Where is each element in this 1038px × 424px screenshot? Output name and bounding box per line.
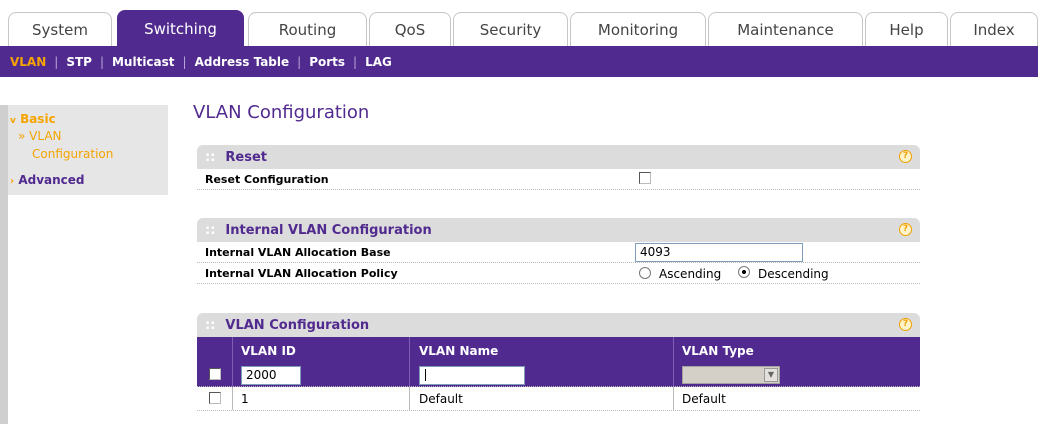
allocation-policy-row: Internal VLAN Allocation Policy Ascendin…: [197, 263, 920, 284]
chevron-down-icon: v: [10, 116, 16, 126]
subnav-separator: |: [353, 54, 358, 69]
allocation-base-input[interactable]: 4093: [635, 243, 803, 262]
tab-maintenance[interactable]: Maintenance: [708, 12, 863, 46]
vlan-type-cell: Default: [682, 392, 726, 406]
tab-system[interactable]: System: [8, 12, 112, 46]
new-vlan-id-input[interactable]: 2000: [241, 366, 301, 385]
grip-icon: ::: [205, 317, 216, 333]
subnav-separator: |: [182, 54, 187, 69]
subnav-separator: |: [99, 54, 104, 69]
tab-help[interactable]: Help: [865, 12, 948, 46]
ascending-radio[interactable]: [639, 267, 651, 279]
internal-vlan-panel: :: Internal VLAN Configuration ? Interna…: [197, 218, 920, 284]
nav-advanced[interactable]: › Advanced: [10, 173, 85, 187]
page-title: VLAN Configuration: [193, 102, 370, 123]
vlan-config-panel-header: :: VLAN Configuration ?: [197, 313, 920, 337]
tab-qos[interactable]: QoS: [369, 12, 451, 46]
column-divider: [409, 363, 410, 386]
column-vlan-id[interactable]: VLAN ID: [241, 344, 296, 358]
allocation-base-label: Internal VLAN Allocation Base: [205, 246, 391, 259]
ascending-label: Ascending: [659, 267, 722, 281]
reset-row: Reset Configuration: [197, 169, 920, 190]
descending-label: Descending: [758, 267, 829, 281]
nav-basic-label: Basic: [20, 112, 56, 126]
column-divider: [673, 337, 674, 363]
subnav-lag[interactable]: LAG: [365, 55, 392, 69]
nav-vlan-label-2: Configuration: [32, 147, 114, 161]
descending-radio[interactable]: [738, 266, 750, 278]
subnav-address-table[interactable]: Address Table: [195, 55, 290, 69]
nav-vlan-label: » VLAN: [18, 129, 62, 143]
vlan-name-cell: Default: [419, 392, 463, 406]
vlan-new-row: 2000 ▼: [197, 363, 920, 387]
chevron-down-icon: ▼: [764, 368, 778, 382]
reset-panel-header: :: Reset ?: [197, 145, 920, 169]
subnav-stp[interactable]: STP: [66, 55, 92, 69]
column-divider: [673, 387, 674, 410]
column-divider: [232, 337, 233, 363]
reset-configuration-label: Reset Configuration: [205, 173, 329, 186]
allocation-base-row: Internal VLAN Allocation Base 4093: [197, 242, 920, 263]
vlan-table-header: VLAN ID VLAN Name VLAN Type: [197, 337, 920, 363]
grip-icon: ::: [205, 222, 216, 238]
help-icon[interactable]: ?: [899, 150, 912, 163]
internal-vlan-panel-header: :: Internal VLAN Configuration ?: [197, 218, 920, 242]
chevron-right-icon: ›: [10, 176, 15, 187]
internal-vlan-panel-title: Internal VLAN Configuration: [225, 222, 432, 238]
vlan-config-panel-title: VLAN Configuration: [225, 317, 370, 333]
tab-security[interactable]: Security: [453, 12, 568, 46]
help-icon[interactable]: ?: [899, 223, 912, 236]
vlan-config-panel: :: VLAN Configuration ? VLAN ID VLAN Nam…: [197, 313, 920, 411]
table-row: 1 Default Default: [197, 387, 920, 411]
new-vlan-type-select[interactable]: ▼: [682, 366, 780, 384]
column-divider: [409, 337, 410, 363]
grip-icon: ::: [205, 149, 216, 165]
tab-index[interactable]: Index: [950, 12, 1038, 46]
allocation-policy-label: Internal VLAN Allocation Policy: [205, 267, 398, 280]
subnav-separator: |: [297, 54, 302, 69]
reset-panel: :: Reset ? Reset Configuration: [197, 145, 920, 190]
text-cursor: [425, 369, 426, 381]
column-divider: [232, 363, 233, 386]
help-icon[interactable]: ?: [899, 318, 912, 331]
nav-advanced-label: Advanced: [18, 173, 85, 187]
reset-configuration-checkbox[interactable]: [639, 172, 651, 184]
subnav-multicast[interactable]: Multicast: [112, 55, 175, 69]
new-vlan-name-input[interactable]: [419, 366, 525, 385]
column-divider: [673, 363, 674, 386]
left-navigation: v Basic » VLAN Configuration › Advanced: [0, 105, 168, 424]
new-row-checkbox[interactable]: [209, 368, 221, 380]
column-divider: [409, 387, 410, 410]
main-tab-bar: System Switching Routing QoS Security Mo…: [0, 0, 1038, 46]
column-divider: [232, 387, 233, 410]
column-vlan-type[interactable]: VLAN Type: [682, 344, 754, 358]
sub-navigation: VLAN | STP | Multicast | Address Table |…: [0, 46, 1038, 77]
column-vlan-name[interactable]: VLAN Name: [419, 344, 498, 358]
tab-routing[interactable]: Routing: [248, 12, 367, 46]
subnav-ports[interactable]: Ports: [309, 55, 345, 69]
subnav-vlan[interactable]: VLAN: [10, 55, 46, 69]
tab-switching[interactable]: Switching: [117, 10, 244, 46]
nav-basic[interactable]: v Basic: [10, 112, 56, 126]
nav-vlan-configuration[interactable]: » VLAN Configuration: [18, 127, 113, 163]
vlan-id-cell: 1: [241, 392, 249, 406]
reset-panel-title: Reset: [225, 149, 268, 165]
subnav-separator: |: [54, 54, 59, 69]
row-checkbox[interactable]: [209, 392, 221, 404]
tab-monitoring[interactable]: Monitoring: [570, 12, 706, 46]
